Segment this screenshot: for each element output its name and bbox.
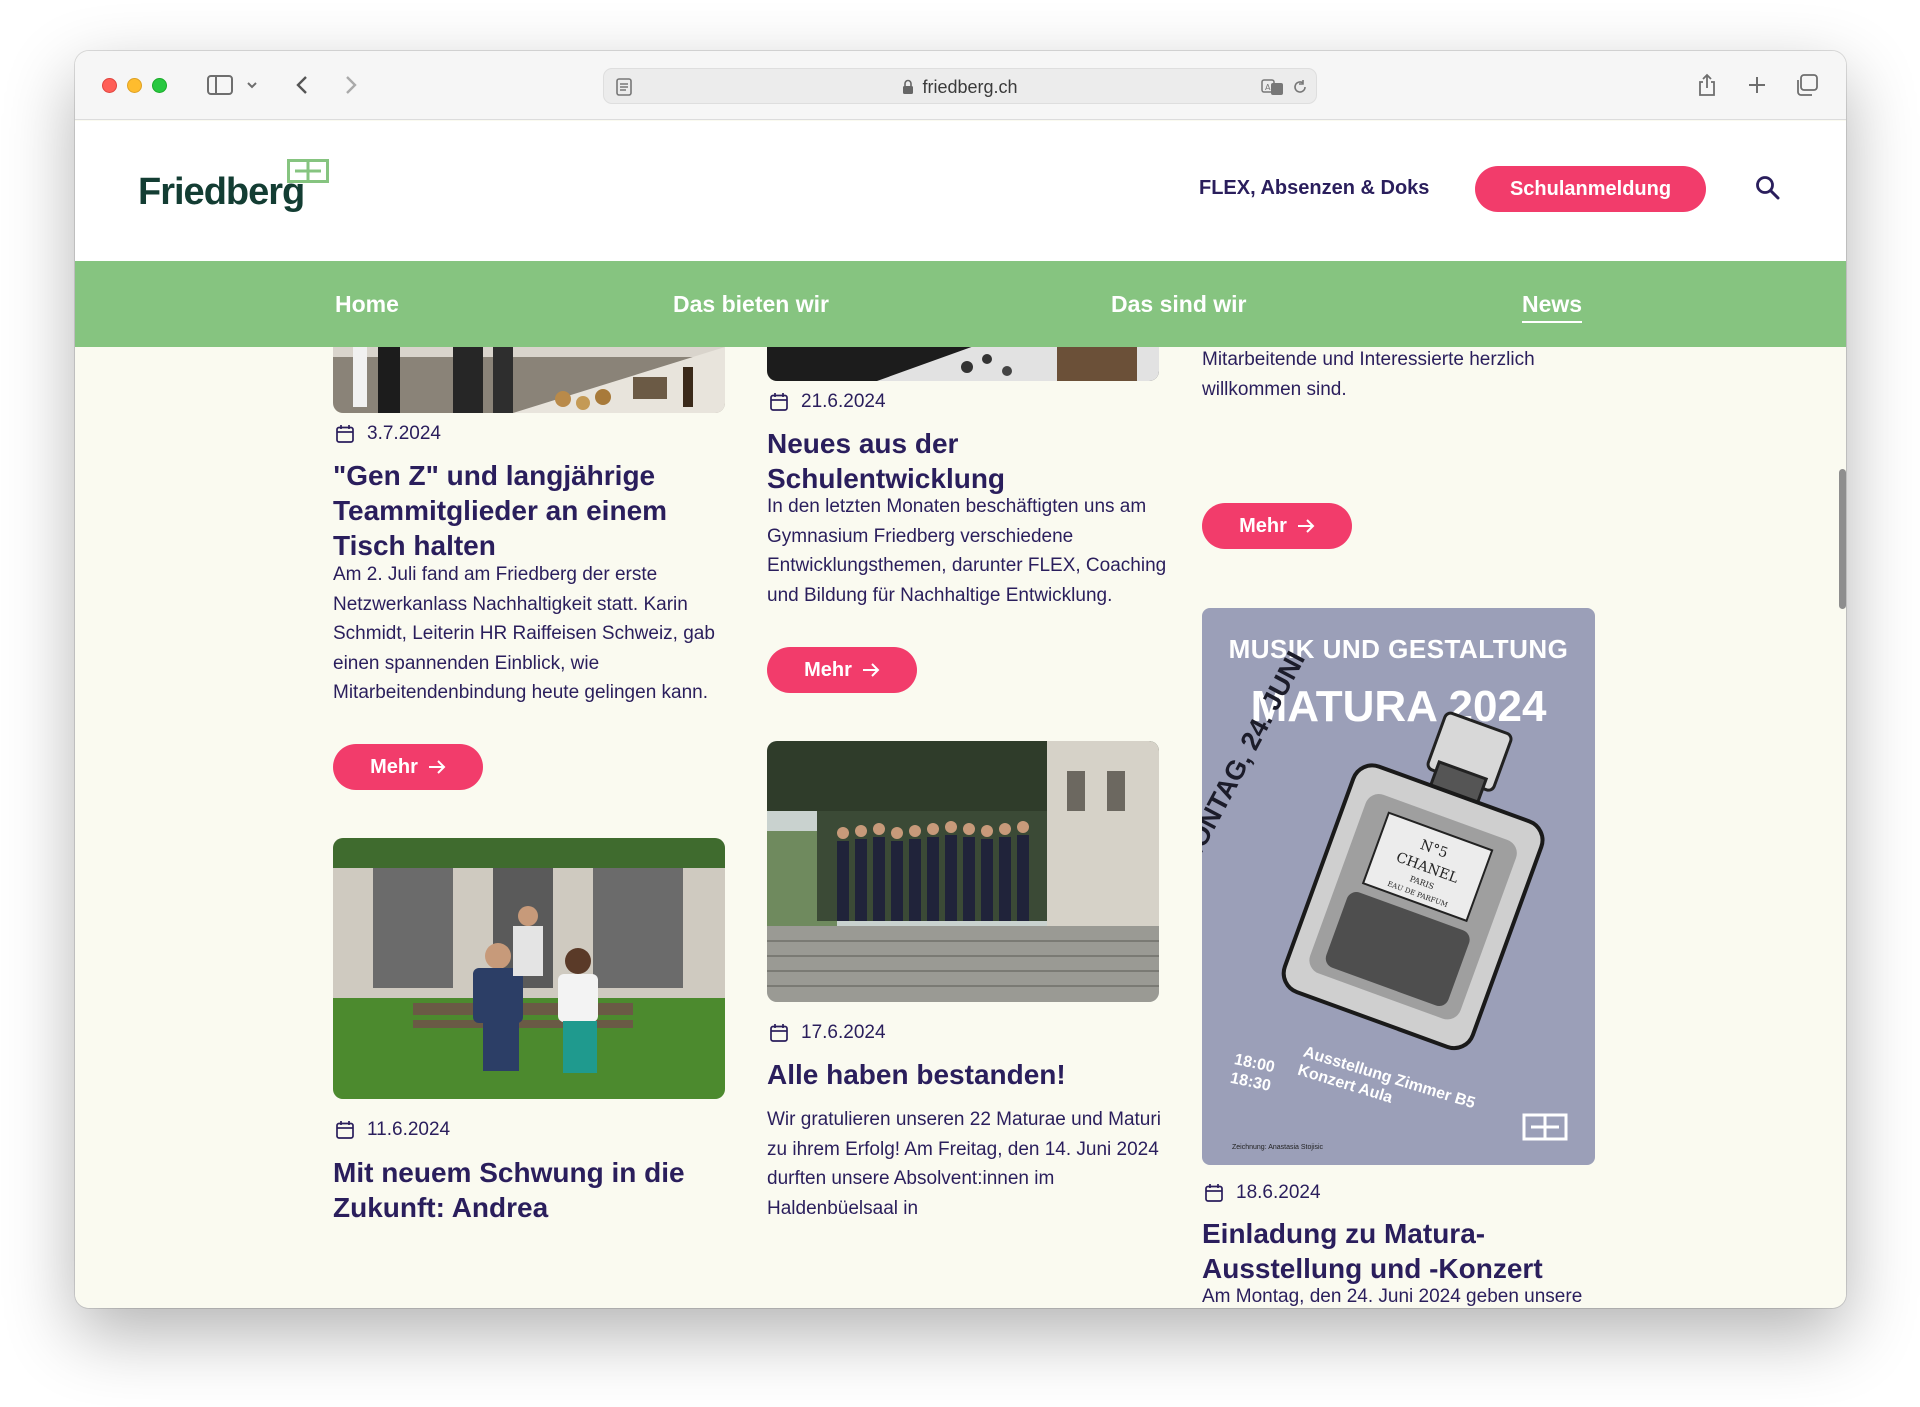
more-button-previous[interactable]: Mehr xyxy=(1202,503,1352,549)
chevron-down-icon[interactable] xyxy=(245,71,259,99)
poster-bottle-label: N°5 CHANEL PARIS EAU DE PARFUM xyxy=(0,0,1,1)
share-icon[interactable] xyxy=(1695,71,1719,99)
tab-overview-icon[interactable] xyxy=(1793,71,1821,99)
forward-icon[interactable] xyxy=(339,71,363,99)
card-date-schulentwicklung: 21.6.2024 xyxy=(769,391,886,413)
card-image-gen-z[interactable] xyxy=(333,347,725,413)
poster-credit: Zeichnung: Anastasia Stojisic xyxy=(1232,1144,1324,1151)
page-scrollbar[interactable] xyxy=(1839,469,1846,609)
card-image-schulentwicklung[interactable] xyxy=(767,347,1159,381)
card-image-andrea[interactable] xyxy=(333,838,725,1099)
url-display: friedberg.ch xyxy=(604,69,1316,105)
card-date-gen-z: 3.7.2024 xyxy=(335,423,441,445)
minimize-window-button[interactable] xyxy=(127,78,142,93)
arrow-right-icon xyxy=(1297,519,1315,533)
poster-times: 18:00 18:30 xyxy=(1228,1050,1277,1096)
site-header: Friedberg FLEX, Absenzen & Doks Schulanm… xyxy=(75,121,1846,261)
reload-icon[interactable] xyxy=(1290,73,1310,101)
card-title-schulentwicklung[interactable]: Neues aus der Schulentwicklung xyxy=(767,426,1167,496)
zoom-window-button[interactable] xyxy=(152,78,167,93)
card-title-alle-bestanden[interactable]: Alle haben bestanden! xyxy=(767,1057,1167,1092)
card-date-text: 11.6.2024 xyxy=(367,1119,451,1140)
card-title-andrea[interactable]: Mit neuem Schwung in die Zukunft: Andrea xyxy=(333,1155,733,1225)
calendar-icon xyxy=(336,1121,354,1139)
arrow-right-icon xyxy=(428,760,446,774)
main-nav: Home Das bieten wir Das sind wir News xyxy=(75,261,1846,347)
nav-item-das-bieten-wir[interactable]: Das bieten wir xyxy=(673,291,829,318)
news-grid: 3.7.2024 "Gen Z" und langjährige Teammit… xyxy=(75,347,1846,1308)
card-date-alle-bestanden: 17.6.2024 xyxy=(769,1022,886,1044)
card-image-alle-bestanden[interactable] xyxy=(767,741,1159,1002)
card-date-text: 17.6.2024 xyxy=(801,1022,886,1043)
nav-item-news[interactable]: News xyxy=(1522,291,1583,323)
back-icon[interactable] xyxy=(290,71,314,99)
browser-window: friedberg.ch A Friedberg FLEX, Absenzen … xyxy=(75,51,1846,1308)
card-text-schulentwicklung: In den letzten Monaten beschäftigten uns… xyxy=(767,496,1167,606)
card-text-alle-bestanden: Wir gratulieren unseren 22 Maturae und M… xyxy=(767,1109,1161,1219)
address-bar[interactable]: friedberg.ch A xyxy=(603,68,1317,104)
more-button-schulentwicklung[interactable]: Mehr xyxy=(767,647,917,693)
arrow-right-icon xyxy=(862,663,880,677)
translate-icon[interactable]: A xyxy=(1260,73,1286,101)
url-text: friedberg.ch xyxy=(922,76,1018,97)
search-icon[interactable] xyxy=(1755,175,1781,201)
lock-icon xyxy=(903,79,914,94)
more-button-gen-z[interactable]: Mehr xyxy=(333,744,483,790)
close-window-button[interactable] xyxy=(102,78,117,93)
more-button-label: Mehr xyxy=(370,755,418,778)
calendar-icon xyxy=(336,425,354,443)
logo-mark-icon[interactable] xyxy=(287,159,329,183)
card-image-matura-poster[interactable]: MUSIK UND GESTALTUNG MATURA 2024 N°5 CHA… xyxy=(1202,608,1595,1165)
poster-logo-mark-icon xyxy=(1522,1113,1568,1141)
card-date-text: 21.6.2024 xyxy=(801,391,886,412)
calendar-icon xyxy=(1205,1184,1223,1202)
sidebar-toggle-icon[interactable] xyxy=(205,71,235,99)
schulanmeldung-button[interactable]: Schulanmeldung xyxy=(1475,166,1706,212)
card-text-matura: Am Montag, den 24. Juni 2024 geben unser… xyxy=(1202,1286,1583,1307)
card-date-text: 18.6.2024 xyxy=(1236,1182,1321,1203)
card-date-matura: 18.6.2024 xyxy=(1204,1182,1321,1204)
card-title-matura[interactable]: Einladung zu Matura-Ausstellung und -Kon… xyxy=(1202,1216,1602,1286)
card-date-andrea: 11.6.2024 xyxy=(335,1119,450,1141)
svg-text:A: A xyxy=(1265,83,1271,92)
nav-item-home[interactable]: Home xyxy=(335,291,399,318)
card-text-previous: Mitarbeitende und Interessierte herzlich… xyxy=(1202,349,1535,400)
new-tab-icon[interactable] xyxy=(1745,71,1769,99)
browser-toolbar: friedberg.ch A xyxy=(75,51,1846,120)
card-text-gen-z: Am 2. Juli fand am Friedberg der erste N… xyxy=(333,564,715,703)
poster-time-line: 18:00 18:30 xyxy=(1228,1051,1277,1095)
flex-absenzen-link[interactable]: FLEX, Absenzen & Doks xyxy=(1199,177,1429,200)
more-button-label: Mehr xyxy=(1239,514,1287,537)
nav-item-das-sind-wir[interactable]: Das sind wir xyxy=(1111,291,1246,318)
site-logo[interactable]: Friedberg xyxy=(138,171,305,214)
more-button-label: Mehr xyxy=(804,658,852,681)
calendar-icon xyxy=(770,393,788,411)
card-title-gen-z[interactable]: "Gen Z" und langjährige Teammitglieder a… xyxy=(333,458,733,563)
calendar-icon xyxy=(770,1024,788,1042)
card-date-text: 3.7.2024 xyxy=(367,423,441,444)
